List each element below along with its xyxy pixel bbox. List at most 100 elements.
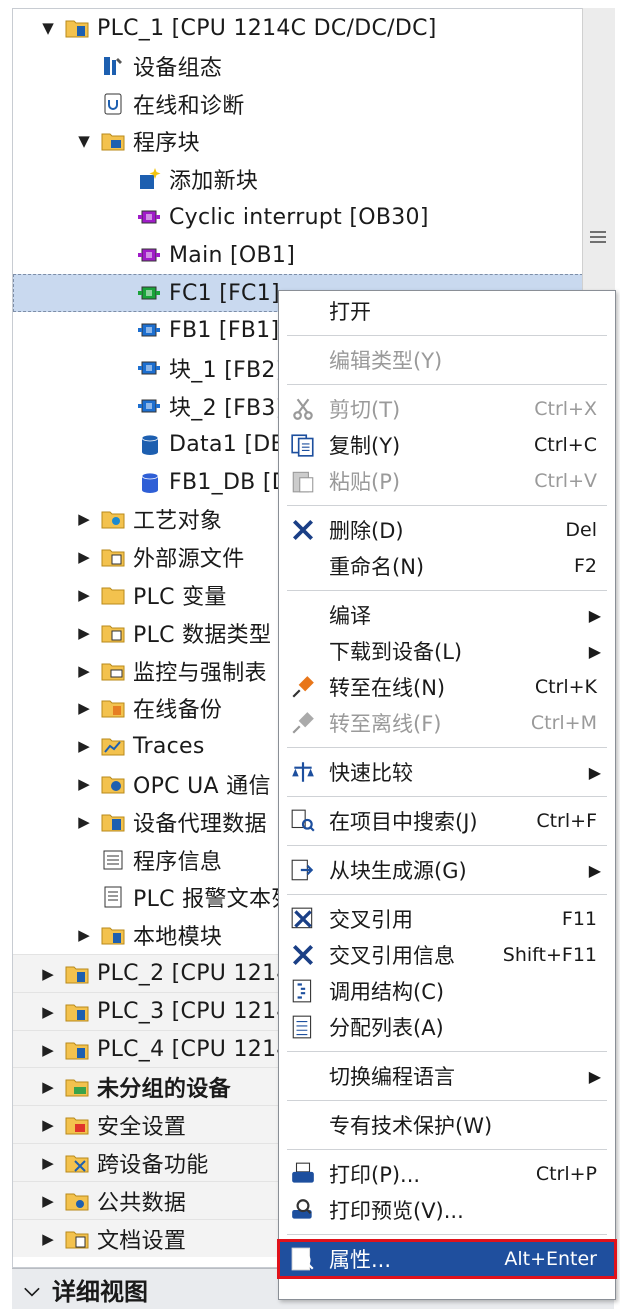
menu-item[interactable]: 切换编程语言 ▶ [279,1058,615,1094]
collapse-arrow-icon[interactable]: ▶ [75,775,93,793]
menu-item[interactable]: 专有技术保护(W) [279,1107,615,1143]
collapse-arrow-icon[interactable]: ▶ [75,548,93,566]
collapse-arrow-icon[interactable]: ▶ [75,510,93,528]
menu-shortcut: F11 [561,908,597,930]
menu-item[interactable]: 属性... Alt+Enter [277,1239,617,1279]
menu-item[interactable]: 在项目中搜索(J) Ctrl+F [279,803,615,839]
collapse-arrow-icon[interactable]: ▶ [39,1116,57,1134]
menu-item-label: 剪切(T) [329,398,401,422]
menu-item-label: 切换编程语言 [329,1065,455,1089]
collapse-arrow-icon[interactable]: ▶ [75,586,93,604]
menu-item[interactable]: 转至离线(F) Ctrl+M [279,705,615,741]
menu-separator [287,894,607,895]
collapse-arrow-icon[interactable]: ▶ [75,737,93,755]
tree-item-label: 安全设置 [97,1114,187,1140]
submenu-arrow-icon: ▶ [588,860,601,880]
collapse-arrow-icon[interactable]: ▶ [75,813,93,831]
collapse-arrow-icon[interactable]: ▶ [39,1078,57,1096]
plc-folder-icon [65,16,89,40]
context-menu[interactable]: 打开 编辑类型(Y) 剪切(T) Ctrl+X 复制(Y) Ctrl+C 粘贴(P) Ctrl… [277,290,617,1300]
tree-item[interactable]: ▼ PLC_1 [CPU 1214C DC/DC/DC] [13,9,583,47]
menu-separator [287,1149,607,1150]
menu-item[interactable]: 编辑类型(Y) [279,342,615,378]
menu-item[interactable]: 粘贴(P) Ctrl+V [279,463,615,499]
search-in-project-icon [285,803,321,839]
fb-block-icon [137,356,161,380]
collapse-arrow-icon[interactable]: ▶ [75,662,93,680]
collapse-arrow-icon[interactable]: ▶ [75,624,93,642]
menu-item[interactable]: 调用结构(C) [279,973,615,1009]
menu-item[interactable]: 打印(P)... Ctrl+P [279,1156,615,1192]
ob-block-icon [137,243,161,267]
tree-item[interactable]: 设备组态 [13,47,583,85]
paste-icon [285,463,321,499]
menu-item[interactable]: 打开 [279,293,615,329]
collapse-arrow-icon[interactable]: ▶ [39,1230,57,1248]
tree-item-label: 外部源文件 [133,547,245,572]
tree-item-label: 块_1 [FB2] [169,358,285,383]
tree-item-label: OPC UA 通信 [133,774,271,799]
menu-item[interactable]: 快速比较 ▶ [279,754,615,790]
menu-item-label: 调用结构(C) [329,980,445,1004]
menu-item[interactable]: 删除(D) Del [279,512,615,548]
menu-item-label: 从块生成源(G) [329,859,467,883]
menu-item[interactable]: 下载到设备(L) ▶ [279,633,615,669]
menu-item[interactable]: 剪切(T) Ctrl+X [279,391,615,427]
menu-item[interactable]: 交叉引用信息 Shift+F11 [279,937,615,973]
menu-item[interactable]: 交叉引用 F11 [279,901,615,937]
tree-item[interactable]: Cyclic interrupt [OB30] [13,198,583,236]
document-settings-icon [65,1227,89,1251]
collapse-arrow-icon[interactable]: ▶ [39,1041,57,1059]
tree-item-label: Cyclic interrupt [OB30] [169,204,429,230]
menu-item-label: 复制(Y) [329,434,401,458]
menu-item[interactable]: 复制(Y) Ctrl+C [279,427,615,463]
expand-arrow-icon[interactable]: ▼ [39,19,57,37]
menu-shortcut: Ctrl+X [534,398,597,420]
menu-item[interactable]: 从块生成源(G) ▶ [279,852,615,888]
expand-arrow-icon[interactable]: ▼ [75,132,93,150]
menu-icon-spacer [285,548,321,584]
scrollbar-grip-icon[interactable] [590,231,606,245]
tree-item[interactable]: Main [OB1] [13,236,583,274]
program-info-icon [101,848,125,872]
menu-shortcut: Shift+F11 [502,944,597,966]
chevron-down-icon[interactable]: ⌵ [12,1277,52,1301]
tree-item-label: FB1 [FB1] [169,317,280,343]
menu-item[interactable]: 转至在线(N) Ctrl+K [279,669,615,705]
collapse-arrow-icon[interactable]: ▶ [39,1003,57,1021]
collapse-arrow-icon[interactable]: ▶ [39,1192,57,1210]
collapse-arrow-icon[interactable]: ▶ [75,926,93,944]
menu-item[interactable]: 分配列表(A) [279,1009,615,1045]
menu-shortcut: F2 [573,555,597,577]
collapse-arrow-icon[interactable]: ▶ [39,1154,57,1172]
menu-item[interactable]: 重命名(N) F2 [279,548,615,584]
menu-separator [287,590,607,591]
tree-item-label: FC1 [FC1] [169,280,280,306]
menu-item[interactable]: 编译 ▶ [279,597,615,633]
collapse-arrow-icon[interactable]: ▶ [75,699,93,717]
cross-reference-info-icon [285,937,321,973]
menu-icon-spacer [285,1107,321,1143]
menu-item-label: 属性... [329,1248,392,1272]
plc-alarm-text-icon [101,885,125,909]
tree-item-label: 在线备份 [133,698,223,723]
program-blocks-folder-icon [101,129,125,153]
menu-item-label: 打印预览(V)... [329,1199,464,1223]
watch-force-tables-icon [101,659,125,683]
common-data-icon [65,1189,89,1213]
tree-item-label: PLC_1 [CPU 1214C DC/DC/DC] [97,15,437,41]
tree-item-label: 文档设置 [97,1228,187,1254]
collapse-arrow-icon[interactable]: ▶ [39,965,57,983]
menu-item-label: 下载到设备(L) [329,640,463,664]
traces-icon [101,734,125,758]
menu-item-label: 粘贴(P) [329,470,401,494]
tree-item-label: 本地模块 [133,925,223,950]
tree-item[interactable]: 在线和诊断 [13,85,583,123]
menu-item[interactable]: 打印预览(V)... [279,1192,615,1228]
tree-item[interactable]: 添加新块 [13,160,583,198]
menu-separator [287,505,607,506]
menu-item-label: 转至离线(F) [329,712,442,736]
tree-item-label: 跨设备功能 [97,1152,209,1178]
menu-item-label: 打开 [329,300,371,324]
tree-item[interactable]: ▼ 程序块 [13,122,583,160]
